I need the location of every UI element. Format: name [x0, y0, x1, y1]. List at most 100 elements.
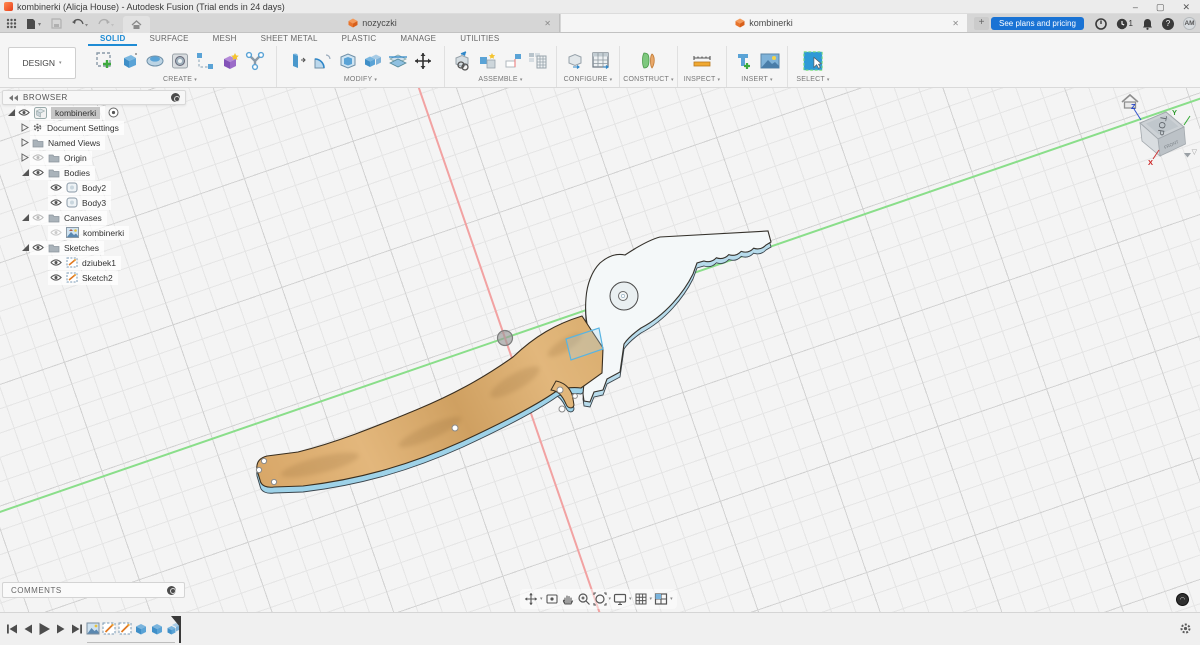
shell-button[interactable] [337, 48, 359, 74]
design-workspace-selector[interactable]: DESIGN ▾ [8, 47, 76, 79]
ribbon-tab-mesh[interactable]: MESH [201, 33, 249, 46]
joint-button[interactable] [477, 48, 499, 74]
item-label[interactable]: kombinerki [83, 228, 124, 238]
activate-component-radio[interactable] [108, 107, 119, 118]
skip-to-start-icon[interactable] [6, 623, 18, 635]
grid-snaps-icon[interactable] [634, 592, 648, 606]
orbit-icon[interactable] [524, 592, 538, 606]
ribbon-tab-plastic[interactable]: PLASTIC [330, 33, 389, 46]
visibility-eye-icon[interactable] [32, 168, 44, 177]
visibility-eye-icon[interactable] [50, 198, 62, 207]
home-icon[interactable] [1122, 95, 1138, 108]
timeline-playhead[interactable] [179, 616, 181, 643]
group-label-assemble[interactable]: ASSEMBLE [478, 76, 517, 83]
expanded-arrow-icon[interactable] [21, 243, 30, 252]
minimize-button[interactable]: – [1133, 0, 1138, 14]
file-menu-icon[interactable] [26, 18, 42, 30]
visibility-eye-icon[interactable] [18, 108, 30, 117]
step-forward-icon[interactable] [56, 623, 66, 635]
ribbon-tab-utilities[interactable]: UTILITIES [448, 33, 511, 46]
browser-item-dziubek1[interactable]: dziubek1 [2, 255, 186, 270]
create-form-button[interactable] [219, 48, 241, 74]
browser-item-origin[interactable]: Origin [2, 150, 186, 165]
app-grid-icon[interactable] [6, 18, 17, 29]
visibility-eye-icon[interactable] [50, 183, 62, 192]
visibility-eye-icon[interactable] [50, 258, 62, 267]
item-label[interactable]: Sketch2 [82, 273, 113, 283]
user-avatar[interactable]: AM [1183, 17, 1196, 30]
panel-collapse-arrow[interactable]: ▽ [1192, 148, 1197, 156]
combine-button[interactable] [362, 48, 384, 74]
collapsed-arrow-icon[interactable] [21, 153, 29, 162]
extrude-button[interactable] [119, 48, 141, 74]
new-component-button[interactable] [452, 48, 474, 74]
split-body-button[interactable] [387, 48, 409, 74]
extension-timer[interactable]: 1 [1116, 18, 1133, 30]
ribbon-tab-surface[interactable]: SURFACE [137, 33, 200, 46]
viewcube-menu-arrow[interactable] [1184, 153, 1191, 158]
expanded-arrow-icon[interactable] [21, 168, 30, 177]
collaborator-presence-bubble[interactable]: ◠ [1176, 593, 1189, 606]
revolve-button[interactable] [144, 48, 166, 74]
comments-panel[interactable]: COMMENTS [2, 582, 185, 598]
home-view-chip[interactable] [123, 16, 150, 33]
fit-view-icon[interactable] [593, 592, 607, 606]
item-label[interactable]: dziubek1 [82, 258, 116, 268]
maximize-button[interactable]: ▢ [1156, 0, 1165, 14]
tab-close-icon[interactable]: ✕ [544, 19, 551, 28]
group-label-select[interactable]: SELECT [796, 76, 824, 83]
visibility-off-eye-icon[interactable] [50, 228, 62, 237]
zoom-icon[interactable] [577, 592, 591, 606]
tab-close-icon[interactable]: ✕ [952, 19, 959, 28]
chevron-down-icon[interactable]: ▾ [540, 596, 543, 602]
ribbon-tab-manage[interactable]: MANAGE [388, 33, 448, 46]
browser-item-document-settings[interactable]: Document Settings [2, 120, 186, 135]
insert-derive-button[interactable] [734, 48, 756, 74]
item-label[interactable]: Origin [64, 153, 87, 163]
item-label[interactable]: Bodies [64, 168, 90, 178]
item-label[interactable]: Canvases [64, 213, 102, 223]
sketch-feature-icon[interactable] [118, 621, 132, 636]
pan-hand-icon[interactable] [561, 592, 575, 606]
browser-item-body2[interactable]: Body2 [2, 180, 186, 195]
move-copy-button[interactable] [412, 48, 434, 74]
bom-table-button[interactable] [527, 48, 549, 74]
joint-origin-button[interactable] [502, 48, 524, 74]
group-label-insert[interactable]: INSERT [741, 76, 768, 83]
ribbon-tab-sheet-metal[interactable]: SHEET METAL [249, 33, 330, 46]
browser-item-sketches[interactable]: Sketches [2, 240, 186, 255]
chevron-down-icon[interactable]: ▾ [650, 596, 653, 602]
chevron-down-icon[interactable]: ▾ [609, 596, 612, 602]
view-cube[interactable]: TOP FRONT [1140, 112, 1186, 156]
measure-button[interactable] [691, 48, 713, 74]
canvas-feature-icon[interactable] [86, 621, 100, 636]
browser-item-canvases[interactable]: Canvases [2, 210, 186, 225]
bell-icon[interactable] [1142, 18, 1153, 30]
expanded-arrow-icon[interactable] [7, 108, 16, 117]
item-label[interactable]: Body2 [82, 183, 106, 193]
look-at-icon[interactable] [545, 592, 559, 606]
create-sketch-button[interactable] [94, 48, 116, 74]
comments-options-icon[interactable] [167, 586, 176, 595]
play-icon[interactable] [38, 622, 51, 636]
chevron-down-icon[interactable]: ▾ [670, 596, 673, 602]
browser-item-bodies[interactable]: Bodies [2, 165, 186, 180]
extrude-feature-icon[interactable] [150, 621, 164, 636]
browser-item-root[interactable]: kombinerki [2, 105, 186, 120]
origin-marker[interactable] [498, 331, 513, 346]
display-settings-icon[interactable] [613, 592, 627, 606]
construct-plane-button[interactable] [638, 48, 660, 74]
configure-button[interactable] [565, 48, 587, 74]
sketch-feature-icon[interactable] [102, 621, 116, 636]
skip-to-end-icon[interactable] [71, 623, 83, 635]
browser-item-canvas-kombinerki[interactable]: kombinerki [2, 225, 186, 240]
browser-item-body3[interactable]: Body3 [2, 195, 186, 210]
view-cube-widget[interactable]: TOP FRONT Z Y X [1110, 90, 1200, 170]
ribbon-tab-solid[interactable]: SOLID [88, 33, 137, 46]
close-button[interactable]: ✕ [1182, 0, 1190, 14]
item-label[interactable]: Sketches [64, 243, 99, 253]
document-tab-nozyczki[interactable]: nozyczki ✕ [186, 14, 560, 32]
undo-icon[interactable] [71, 18, 88, 29]
collapsed-arrow-icon[interactable] [21, 123, 29, 132]
browser-header[interactable]: BROWSER [2, 90, 186, 105]
